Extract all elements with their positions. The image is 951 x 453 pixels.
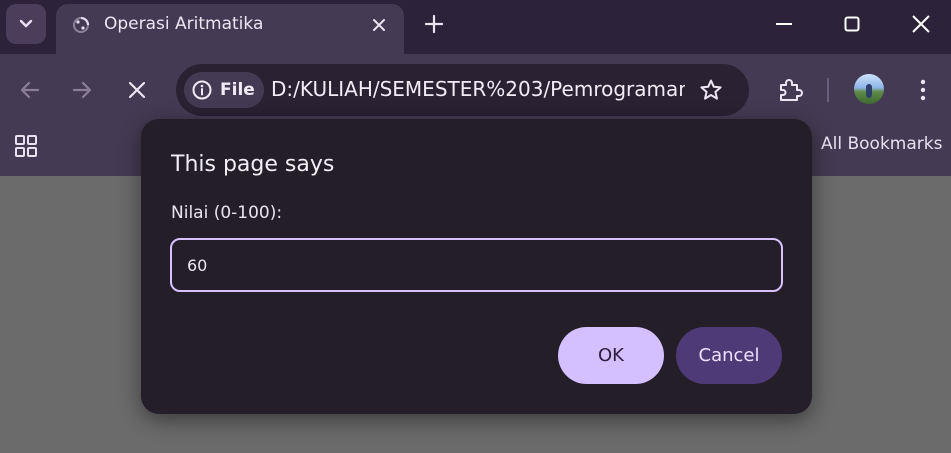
arrow-left-icon <box>20 81 40 99</box>
minimize-icon <box>776 23 792 25</box>
extensions-button[interactable] <box>774 74 806 106</box>
tab-close-button[interactable] <box>368 14 390 36</box>
tab-strip: Operasi Aritmatika <box>0 0 951 54</box>
close-icon <box>373 19 385 31</box>
dialog-title: This page says <box>171 152 335 177</box>
chevron-down-icon <box>19 19 33 28</box>
site-info-chip[interactable]: File <box>184 72 264 108</box>
url-text[interactable]: D:/KULIAH/SEMESTER%203/Pemrograman... <box>271 77 685 101</box>
window-close-button[interactable] <box>905 8 937 40</box>
stop-loading-button[interactable] <box>121 74 153 106</box>
kebab-menu-icon <box>920 79 926 101</box>
close-icon <box>912 15 930 33</box>
loading-favicon-icon <box>73 16 90 33</box>
address-bar[interactable]: File D:/KULIAH/SEMESTER%203/Pemrograman.… <box>176 64 749 116</box>
bookmark-star-button[interactable] <box>698 77 724 103</box>
maximize-button[interactable] <box>836 8 868 40</box>
back-button[interactable] <box>14 74 46 106</box>
ok-button[interactable]: OK <box>558 327 664 384</box>
all-bookmarks-link[interactable]: All Bookmarks <box>821 134 942 154</box>
forward-button[interactable] <box>66 74 98 106</box>
arrow-right-icon <box>72 81 92 99</box>
cancel-button[interactable]: Cancel <box>676 327 782 384</box>
site-info-label: File <box>220 80 255 100</box>
tab-title: Operasi Aritmatika <box>104 14 264 34</box>
avatar-figure <box>866 84 872 98</box>
apps-grid-icon[interactable] <box>14 134 38 158</box>
star-icon <box>700 79 722 100</box>
prompt-input[interactable] <box>170 238 783 292</box>
toolbar-separator <box>827 78 829 102</box>
maximize-icon <box>844 16 860 32</box>
info-icon <box>192 80 212 100</box>
minimize-button[interactable] <box>768 8 800 40</box>
new-tab-button[interactable] <box>420 10 448 38</box>
prompt-dialog: This page says Nilai (0-100): OK Cancel <box>141 119 812 414</box>
close-icon <box>129 82 145 98</box>
tab-search-button[interactable] <box>6 4 46 44</box>
plus-icon <box>425 15 443 33</box>
browser-toolbar: File D:/KULIAH/SEMESTER%203/Pemrograman.… <box>0 54 951 124</box>
browser-menu-button[interactable] <box>907 74 939 106</box>
puzzle-icon <box>780 79 803 101</box>
profile-avatar[interactable] <box>854 74 884 104</box>
tab-operasi-aritmatika[interactable]: Operasi Aritmatika <box>56 4 404 54</box>
dialog-message: Nilai (0-100): <box>171 203 283 223</box>
